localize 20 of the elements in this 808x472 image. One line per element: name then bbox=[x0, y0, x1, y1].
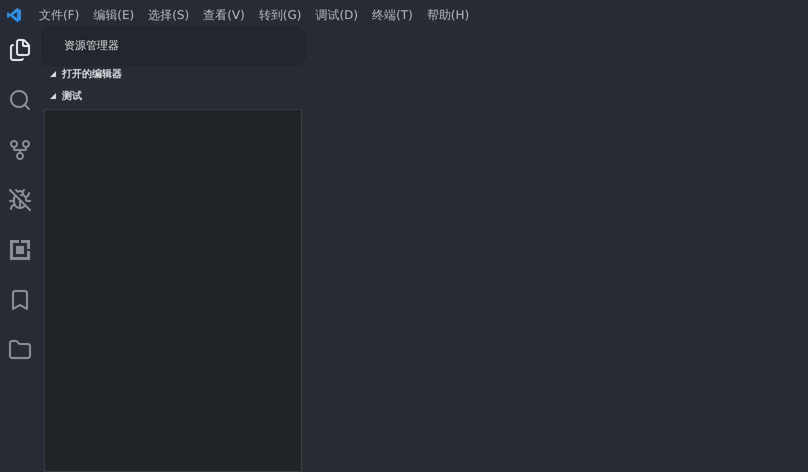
menu-item[interactable]: 编辑(E) bbox=[86, 6, 142, 24]
files-icon[interactable] bbox=[8, 38, 32, 62]
extensions-icon[interactable] bbox=[8, 238, 32, 262]
menu-item[interactable]: 文件(F) bbox=[32, 6, 86, 24]
menu-item[interactable]: 转到(G) bbox=[252, 6, 308, 24]
bug-icon[interactable] bbox=[8, 188, 32, 212]
menu-item[interactable]: 终端(T) bbox=[365, 6, 420, 24]
section-header[interactable]: 打开的编辑器 bbox=[44, 63, 302, 85]
branch-icon[interactable] bbox=[8, 138, 32, 162]
folder-icon[interactable] bbox=[8, 338, 32, 362]
menu-item[interactable]: 查看(V) bbox=[196, 6, 252, 24]
search-icon[interactable] bbox=[8, 88, 32, 112]
section-header[interactable]: 测试 bbox=[44, 85, 302, 107]
menu-item[interactable]: 选择(S) bbox=[141, 6, 196, 24]
menu-item[interactable]: 帮助(H) bbox=[420, 6, 476, 24]
app-logo-icon bbox=[6, 7, 22, 23]
sidebar-title: 资源管理器 bbox=[64, 38, 119, 54]
expanded-triangle-icon bbox=[50, 71, 56, 77]
expanded-triangle-icon bbox=[50, 93, 56, 99]
menu-item[interactable]: 调试(D) bbox=[308, 6, 366, 24]
